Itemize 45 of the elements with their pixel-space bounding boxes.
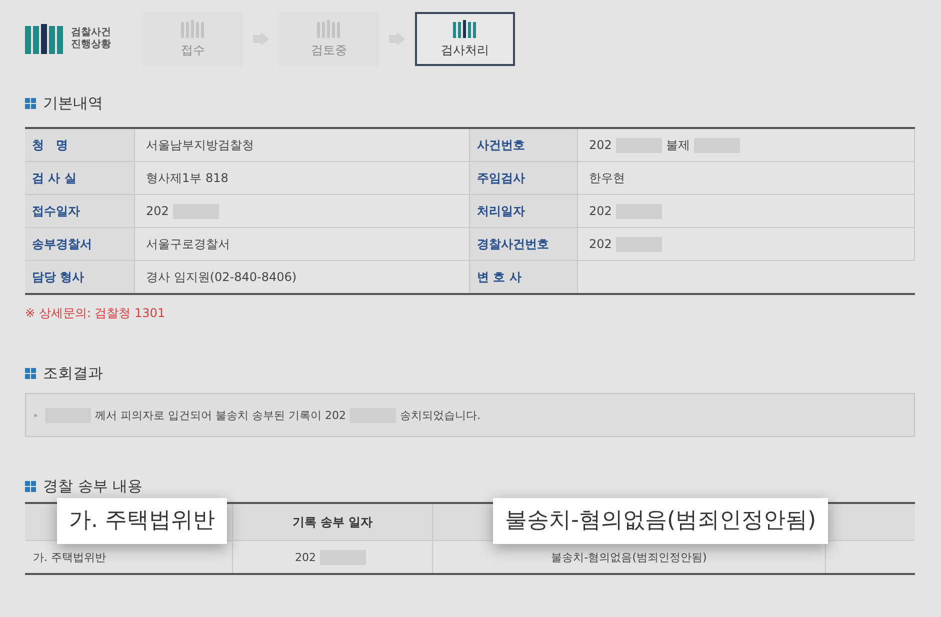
table-cell: 202 (295, 550, 316, 564)
field-label: 처리일자 (470, 195, 578, 228)
field-value: 형사제1부 818 (146, 170, 228, 186)
field-value: 202 (589, 204, 612, 218)
section-title: 기본내역 (43, 94, 103, 113)
result-text: 송치되었습니다. (400, 408, 480, 422)
bars-icon (453, 20, 477, 38)
section-icon (25, 98, 36, 109)
logo-text: 검찰사건 (71, 27, 111, 39)
field-label: 접수일자 (25, 195, 135, 228)
logo-icon (25, 24, 63, 54)
field-value: 202 (589, 138, 612, 152)
process-step: 검토중 (279, 12, 379, 66)
field-label: 주임검사 (470, 162, 578, 195)
field-value: 서울구로경찰서 (146, 236, 230, 252)
bars-icon (181, 20, 205, 38)
field-label: 사건번호 (470, 129, 578, 162)
field-value: 서울남부지방검찰청 (146, 136, 254, 154)
field-value: 202 (146, 204, 169, 218)
field-value: 불제 (666, 136, 690, 154)
table-cell: 불송치-혐의없음(범죄인정안됨) (551, 550, 707, 564)
table-cell: 가. 주택법위반 (33, 550, 106, 564)
field-value: 202 (589, 237, 612, 251)
field-label: 검 사 실 (25, 162, 135, 195)
logo-text: 진행상황 (71, 39, 111, 51)
section-icon (25, 481, 36, 492)
column-header: 기록 송부 일자 (292, 514, 373, 530)
result-text: 께서 피의자로 입건되어 불송치 송부된 기록이 202 (95, 408, 346, 422)
process-step: 검사처리 (415, 12, 515, 66)
field-label: 담당 형사 (25, 261, 135, 293)
field-label: 송부경찰서 (25, 228, 135, 261)
zoom-callout: 불송치-혐의없음(범죄인정안됨) (493, 498, 828, 544)
section-title: 조회결과 (43, 364, 103, 383)
field-value: 경사 임지원(02-840-8406) (146, 268, 297, 286)
section-title: 경찰 송부 내용 (43, 477, 143, 496)
field-label: 경찰사건번호 (470, 228, 578, 261)
zoom-callout: 가. 주택법위반 (57, 498, 227, 544)
field-label: 청 명 (25, 129, 135, 162)
section-icon (25, 368, 36, 379)
field-label: 변 호 사 (470, 261, 578, 293)
field-value: 한우현 (589, 170, 625, 186)
contact-note: ※ 상세문의: 검찰청 1301 (25, 305, 166, 322)
bullet-icon (34, 414, 37, 416)
bars-icon (317, 20, 341, 38)
process-step: 접수 (143, 12, 243, 66)
